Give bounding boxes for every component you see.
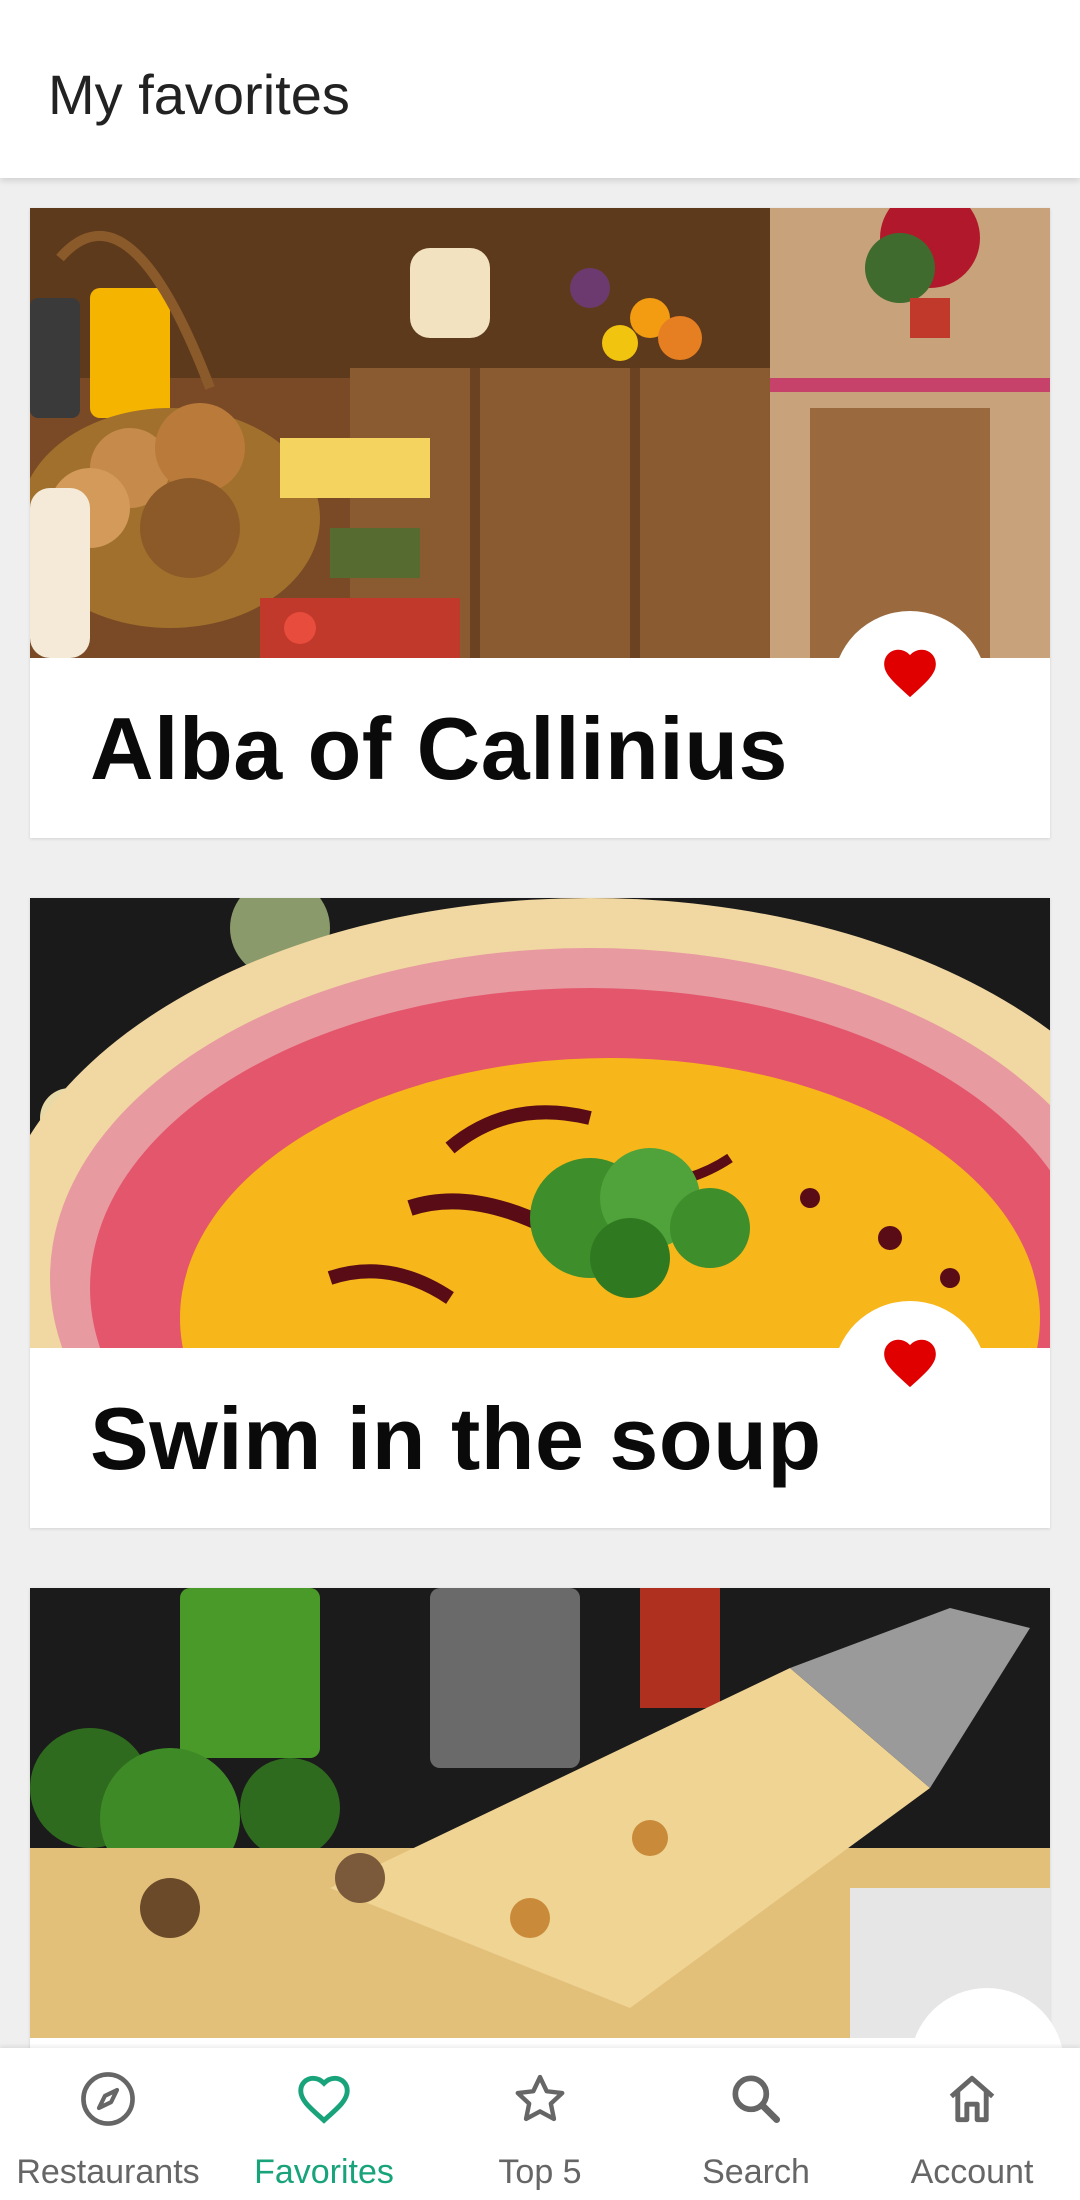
nav-label: Account [910,2153,1034,2191]
restaurant-card[interactable]: Alba of Callinius [30,208,1050,838]
nav-account[interactable]: Account [864,2048,1080,2200]
nav-label: Restaurants [16,2153,200,2191]
app-bar: My favorites [0,0,1080,178]
compass-icon [81,2072,135,2126]
search-icon [732,2075,781,2124]
nav-restaurants[interactable]: Restaurants [0,2048,216,2200]
favorite-button[interactable] [833,611,987,765]
nav-favorites[interactable]: Favorites [216,2048,432,2200]
page-title: My favorites [48,63,350,126]
restaurant-card[interactable] [30,1588,1064,2048]
favorites-list[interactable]: Alba of Callinius Swim in the soup [0,178,1080,2048]
nav-search[interactable]: Search [648,2048,864,2200]
restaurant-photo[interactable] [30,208,1050,658]
restaurant-name: Swim in the soup [90,1389,822,1488]
nav-label: Search [702,2153,810,2191]
restaurant-name: Alba of Callinius [90,699,788,798]
bottom-navigation: Restaurants Favorites Top 5 Search Accou… [0,2048,1080,2200]
heart-filled-icon [884,649,936,698]
nav-label: Favorites [254,2153,394,2191]
heart-filled-icon [884,1339,936,1388]
restaurant-photo[interactable] [30,1588,1050,2038]
nav-label: Top 5 [498,2153,582,2191]
restaurant-photo[interactable] [30,898,1050,1348]
star-outline-icon [515,2074,565,2122]
favorite-button[interactable] [833,1301,987,1455]
nav-top5[interactable]: Top 5 [432,2048,648,2200]
restaurant-card[interactable]: Swim in the soup [30,898,1050,1528]
home-icon [949,2075,995,2123]
heart-outline-icon [298,2075,350,2124]
